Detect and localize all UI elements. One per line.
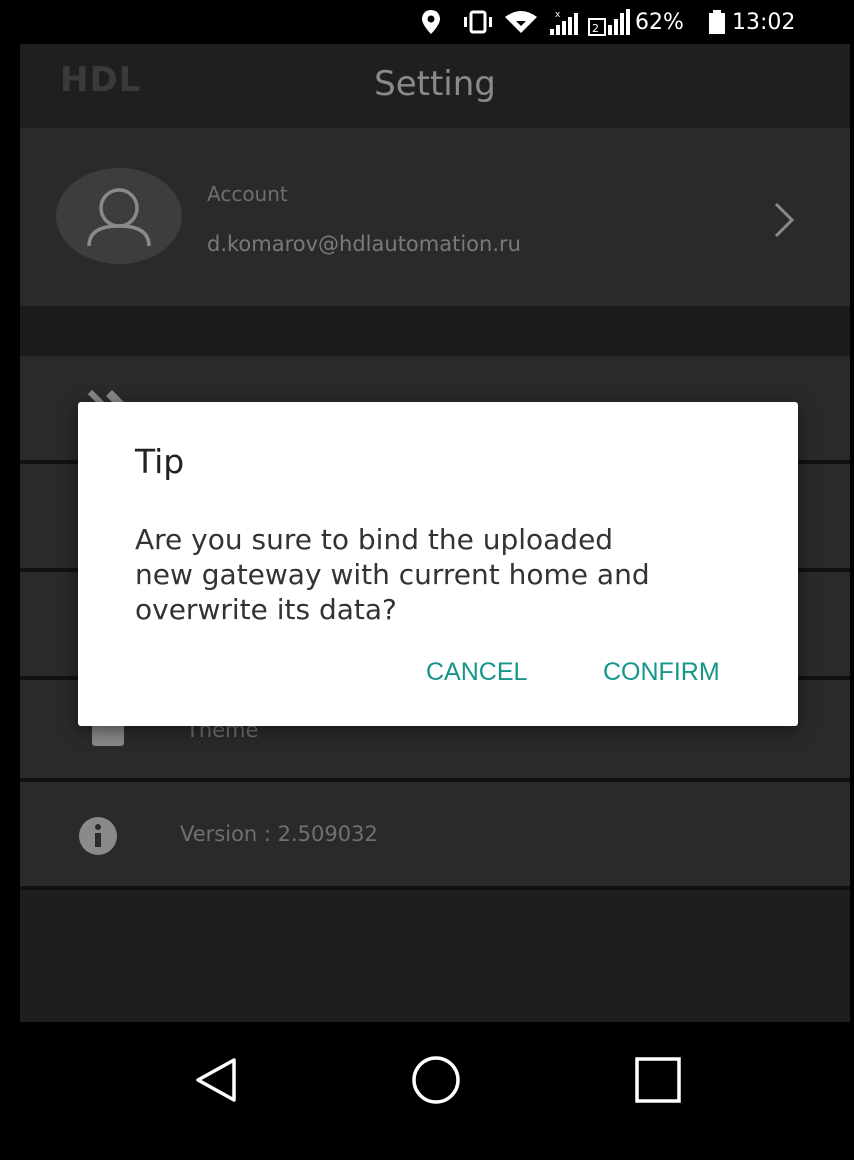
dialog-message: Are you sure to bind the uploaded new ga… bbox=[135, 522, 755, 627]
svg-text:x: x bbox=[555, 10, 561, 20]
battery-percent: 62% bbox=[635, 9, 684, 35]
location-icon bbox=[420, 0, 442, 44]
confirm-button[interactable]: CONFIRM bbox=[603, 658, 720, 687]
dialog-message-line: Are you sure to bind the uploaded bbox=[135, 523, 614, 556]
cancel-button[interactable]: CANCEL bbox=[426, 658, 527, 687]
home-icon[interactable] bbox=[410, 1054, 462, 1106]
signal-sim1-icon: x bbox=[548, 0, 584, 44]
vibrate-icon bbox=[460, 0, 496, 44]
app-header: HDL Setting bbox=[20, 44, 850, 128]
back-icon[interactable] bbox=[190, 1054, 242, 1106]
chevron-right-icon[interactable] bbox=[768, 198, 800, 242]
account-label: Account bbox=[207, 182, 288, 206]
battery-icon bbox=[708, 0, 726, 44]
clock: 13:02 bbox=[732, 9, 796, 35]
wifi-icon bbox=[503, 0, 539, 44]
status-bar: x 2 62% 13:02 bbox=[20, 0, 850, 44]
empty-area bbox=[20, 890, 850, 1022]
avatar bbox=[56, 168, 182, 264]
navigation-bar bbox=[0, 1022, 854, 1160]
user-icon bbox=[87, 188, 151, 247]
tip-dialog: Tip Are you sure to bind the uploaded ne… bbox=[78, 402, 798, 726]
dialog-message-line: overwrite its data? bbox=[135, 593, 397, 626]
account-row[interactable]: Account d.komarov@hdlautomation.ru bbox=[20, 128, 850, 306]
version-label: Version : 2.509032 bbox=[180, 822, 378, 846]
recent-apps-icon[interactable] bbox=[632, 1054, 684, 1106]
dialog-message-line: new gateway with current home and bbox=[135, 558, 650, 591]
page-title: Setting bbox=[374, 64, 496, 104]
svg-text:2: 2 bbox=[592, 22, 599, 35]
signal-sim2-icon: 2 bbox=[588, 0, 632, 44]
menu-item-version: Version : 2.509032 bbox=[20, 782, 850, 890]
account-email: d.komarov@hdlautomation.ru bbox=[207, 232, 521, 256]
info-icon bbox=[79, 817, 117, 855]
section-divider bbox=[20, 306, 850, 356]
app-screen: x 2 62% 13:02 HDL Setting Account d.koma… bbox=[20, 0, 850, 1160]
dialog-title: Tip bbox=[135, 442, 185, 481]
